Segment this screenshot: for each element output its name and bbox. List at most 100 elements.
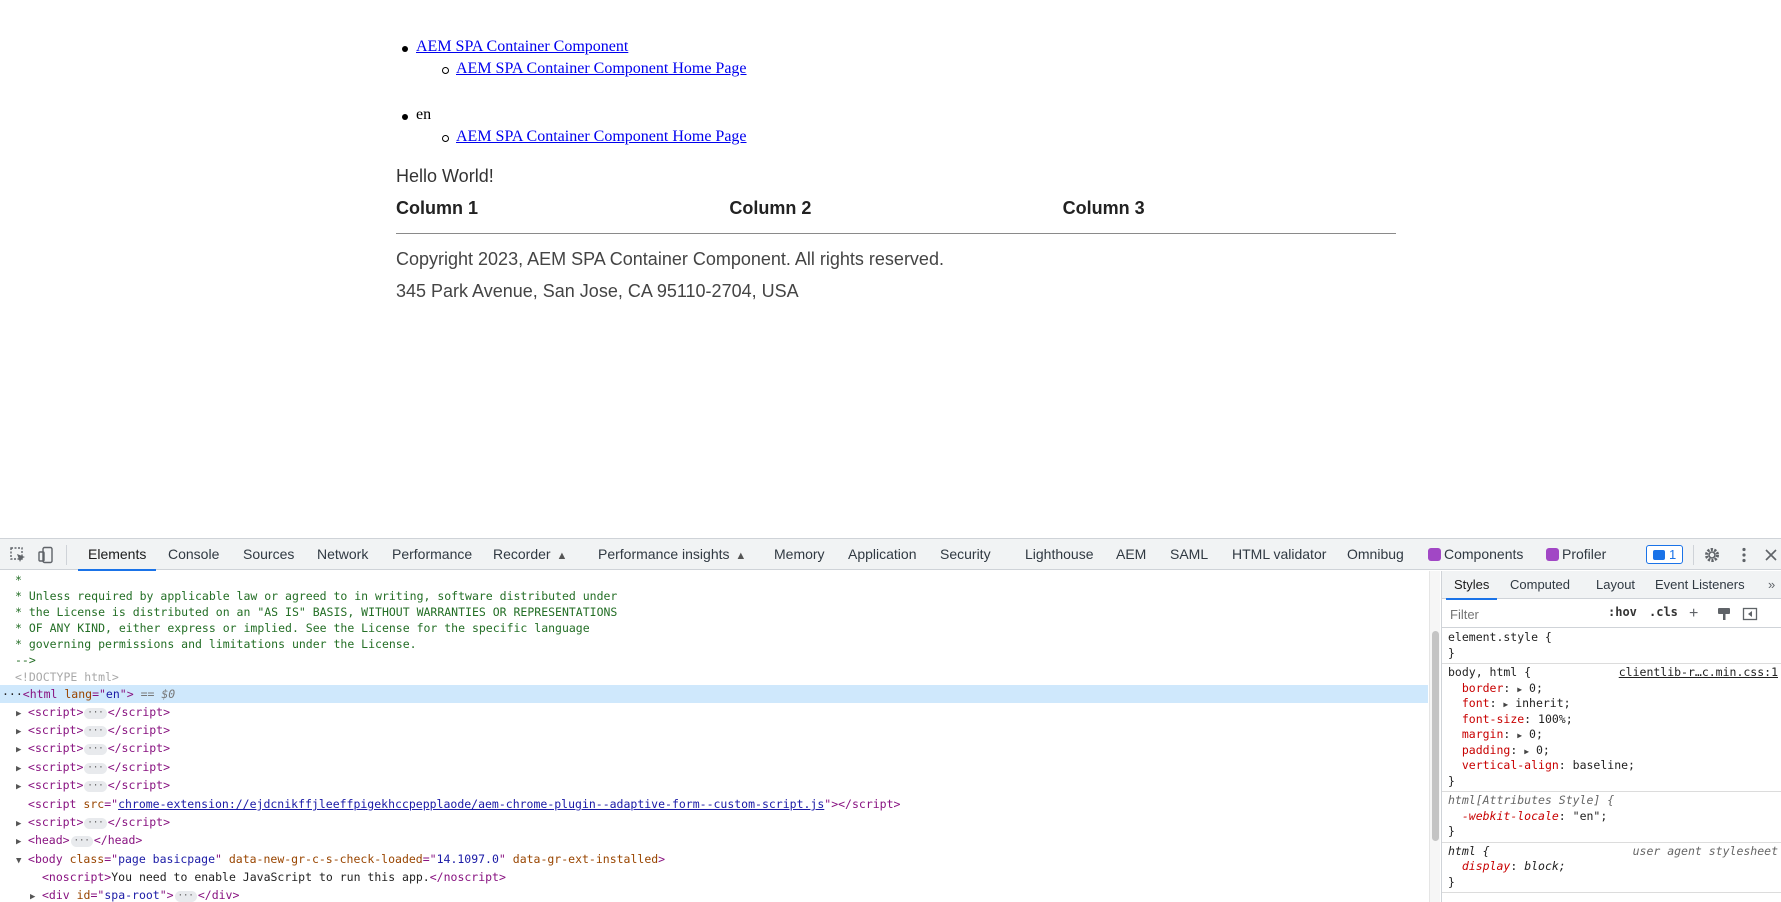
rule-close-brace: } <box>1448 874 1455 889</box>
react-icon <box>1546 548 1559 561</box>
elements-scrollbar[interactable] <box>1429 571 1440 902</box>
subtab-styles[interactable]: Styles <box>1445 571 1498 600</box>
dom-node-script[interactable]: ▶ <script> ··· </script> <box>0 703 1428 721</box>
dom-node-script[interactable]: ▶ <script> ··· </script> <box>0 776 1428 794</box>
dom-node-head[interactable]: ▶ <head> ··· </head> <box>0 831 1428 849</box>
styles-sub-tab-bar: Styles Computed Layout Event Listeners » <box>1442 571 1781 600</box>
dom-node-script[interactable]: ▶ <script> ··· </script> <box>0 721 1428 739</box>
rule-close-brace: } <box>1448 645 1455 660</box>
style-rules-list: element.style { } clientlib-r…c.min.css:… <box>1442 629 1781 893</box>
collapsed-content-icon[interactable]: ··· <box>84 781 107 792</box>
style-property[interactable]: margin: ▶ 0; <box>1448 727 1776 743</box>
node-actions-dots[interactable]: ··· <box>2 687 23 701</box>
issues-counter-button[interactable]: 1 <box>1646 545 1684 564</box>
dom-node-noscript[interactable]: <noscript>You need to enable JavaScript … <box>0 868 1428 886</box>
dom-node-script[interactable]: ▶ <script> ··· </script> <box>0 739 1428 757</box>
nav-link-site[interactable]: AEM SPA Container Component <box>416 38 628 55</box>
nav-subitem: AEM SPA Container Component Home Page <box>442 60 747 82</box>
tab-profiler[interactable]: Profiler <box>1546 539 1606 570</box>
style-rule-html-user-agent[interactable]: user agent stylesheet html { display: bl… <box>1442 843 1781 893</box>
toggle-sidebar-icon[interactable] <box>1742 606 1758 622</box>
style-property[interactable]: font: ▶ inherit; <box>1448 696 1776 712</box>
tab-security[interactable]: Security <box>940 539 991 570</box>
subtab-event-listeners[interactable]: Event Listeners <box>1655 571 1745 599</box>
language-navigation: AEM SPA Container Component AEM SPA Cont… <box>402 38 747 82</box>
paint-brush-icon[interactable] <box>1716 606 1732 622</box>
page-viewport: AEM SPA Container Component AEM SPA Cont… <box>0 0 1781 538</box>
tab-aem[interactable]: AEM <box>1116 539 1146 570</box>
tab-components[interactable]: Components <box>1428 539 1523 570</box>
class-toggle[interactable]: .cls <box>1649 605 1678 619</box>
expand-caret-icon[interactable]: ▶ <box>30 888 42 902</box>
rule-close-brace: } <box>1448 773 1455 788</box>
expand-caret-icon[interactable]: ▶ <box>16 741 28 759</box>
tab-sources[interactable]: Sources <box>243 539 294 570</box>
nav-link-home-page[interactable]: AEM SPA Container Component Home Page <box>456 60 747 77</box>
more-tabs-chevron-icon[interactable]: » <box>1768 571 1775 599</box>
dom-node-script[interactable]: ▶ <script> ··· </script> <box>0 758 1428 776</box>
expand-caret-icon[interactable]: ▶ <box>16 778 28 796</box>
tab-lighthouse[interactable]: Lighthouse <box>1025 539 1094 570</box>
style-rule-body-html[interactable]: clientlib-r…c.min.css:1 body, html { bor… <box>1442 664 1781 792</box>
language-navigation-en: en AEM SPA Container Component Home Page <box>402 106 747 150</box>
tab-components-label: Components <box>1444 546 1524 562</box>
collapsed-content-icon[interactable]: ··· <box>70 836 93 847</box>
styles-sidebar: Styles Computed Layout Event Listeners »… <box>1441 571 1781 902</box>
styles-filter-input[interactable] <box>1448 604 1598 624</box>
style-rule-element-style[interactable]: element.style { } <box>1442 629 1781 664</box>
style-rule-html-attributes[interactable]: html[Attributes Style] { -webkit-locale:… <box>1442 792 1781 843</box>
settings-gear-icon[interactable] <box>1703 546 1721 564</box>
tab-performance-insights-label: Performance insights <box>598 546 730 562</box>
style-property[interactable]: padding: ▶ 0; <box>1448 743 1776 759</box>
tab-performance-insights[interactable]: Performance insights ▲ <box>598 539 746 570</box>
style-property[interactable]: vertical-align: baseline; <box>1448 758 1776 774</box>
dom-node-html-selected[interactable]: ···<html lang="en"> == $0 <box>0 685 1428 703</box>
column-heading: Column 2 <box>729 198 812 218</box>
column-heading: Column 3 <box>1062 198 1145 218</box>
collapsed-content-icon[interactable]: ··· <box>84 818 107 829</box>
dom-node-script-src[interactable]: <script src="chrome-extension://ejdcnikf… <box>0 795 1428 813</box>
tab-application[interactable]: Application <box>848 539 917 570</box>
tab-performance[interactable]: Performance <box>392 539 472 570</box>
tab-html-validator[interactable]: HTML validator <box>1232 539 1326 570</box>
tab-profiler-label: Profiler <box>1562 546 1607 562</box>
footer-address: 345 Park Avenue, San Jose, CA 95110-2704… <box>396 281 799 301</box>
tab-console[interactable]: Console <box>168 539 219 570</box>
scrollbar-thumb[interactable] <box>1432 631 1439 841</box>
style-property[interactable]: font-size: 100%; <box>1448 712 1776 728</box>
tab-network[interactable]: Network <box>317 539 368 570</box>
tab-memory[interactable]: Memory <box>774 539 825 570</box>
collapsed-content-icon[interactable]: ··· <box>84 708 107 719</box>
new-style-rule-plus-icon[interactable]: + <box>1689 606 1705 622</box>
hover-state-toggle[interactable]: :hov <box>1608 605 1637 619</box>
stylesheet-source-link[interactable]: clientlib-r…c.min.css:1 <box>1619 665 1778 679</box>
elements-dom-tree[interactable]: * * Unless required by applicable law or… <box>0 571 1428 902</box>
inspect-element-icon[interactable] <box>9 546 27 564</box>
devtools-panel: Elements Console Sources Network Perform… <box>0 538 1781 902</box>
collapsed-content-icon[interactable]: ··· <box>84 726 107 737</box>
dom-node-spa-root[interactable]: ▶ <div id="spa-root"> ··· </div> <box>0 886 1428 902</box>
subtab-computed[interactable]: Computed <box>1510 571 1570 599</box>
close-icon[interactable] <box>1762 546 1780 564</box>
script-src-link[interactable]: chrome-extension://ejdcnikffjleeffpigekh… <box>118 797 824 811</box>
style-property[interactable]: border: ▶ 0; <box>1448 681 1776 697</box>
nav-link-home-page[interactable]: AEM SPA Container Component Home Page <box>456 128 747 145</box>
toolbar-separator <box>1693 545 1694 565</box>
style-property[interactable]: display: block; <box>1448 859 1776 875</box>
collapsed-content-icon[interactable]: ··· <box>84 744 107 755</box>
tab-saml[interactable]: SAML <box>1170 539 1208 570</box>
collapsed-content-icon[interactable]: ··· <box>84 763 107 774</box>
dom-node-script[interactable]: ▶ <script> ··· </script> <box>0 813 1428 831</box>
subtab-layout[interactable]: Layout <box>1596 571 1635 599</box>
style-property[interactable]: -webkit-locale: "en"; <box>1448 809 1776 825</box>
expand-caret-icon[interactable]: ▶ <box>16 833 28 851</box>
device-toolbar-icon[interactable] <box>37 546 55 564</box>
tab-omnibug[interactable]: Omnibug <box>1347 539 1404 570</box>
collapsed-content-icon[interactable]: ··· <box>174 891 197 902</box>
more-options-icon[interactable] <box>1735 546 1753 564</box>
dom-node-body[interactable]: ▼ <body class="page basicpage" data-new-g… <box>0 850 1428 868</box>
tab-recorder[interactable]: Recorder ▲ <box>493 539 567 570</box>
tab-elements[interactable]: Elements <box>77 539 157 571</box>
devtools-tab-bar: Elements Console Sources Network Perform… <box>0 539 1781 571</box>
issues-count: 1 <box>1669 547 1677 562</box>
